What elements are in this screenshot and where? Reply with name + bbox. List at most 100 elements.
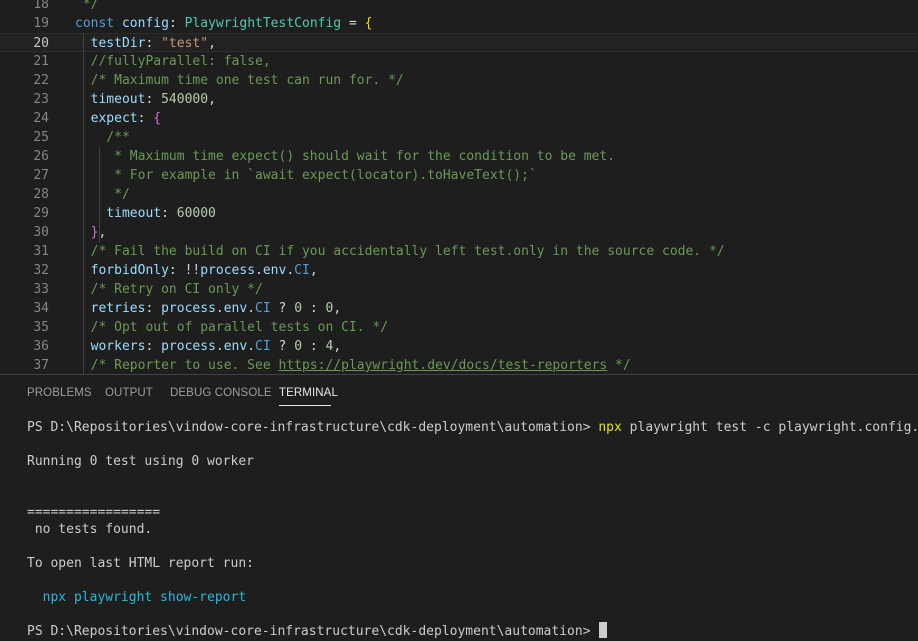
line-number: 25 <box>33 130 49 145</box>
code-token: /* Maximum time one test can run for. */ <box>75 73 404 88</box>
code-token: , <box>208 92 216 107</box>
code-line[interactable]: 37 /* Reporter to use. See https://playw… <box>0 356 918 374</box>
code-token: env <box>223 339 248 354</box>
code-line[interactable]: 20 testDir: "test", <box>0 33 918 52</box>
terminal-command-exe: npx <box>598 420 622 435</box>
code-line[interactable]: 34 retries: process.env.CI ? 0 : 0, <box>0 299 918 318</box>
code-text: expect: { <box>75 109 161 128</box>
code-token: /* Opt out of parallel tests on CI. */ <box>75 320 389 335</box>
code-token: , <box>208 36 216 51</box>
code-token: CI <box>294 263 310 278</box>
code-token: /* Fail the build on CI if you accidenta… <box>75 244 725 259</box>
terminal-cursor <box>599 622 608 638</box>
code-editor[interactable]: 18 */ 19 const config: PlaywrightTestConfi… <box>0 0 918 374</box>
code-line[interactable]: 33 /* Retry on CI only */ <box>0 280 918 299</box>
code-line[interactable]: 25 /** <box>0 128 918 147</box>
code-token: workers <box>75 339 146 354</box>
code-line[interactable]: 35 /* Opt out of parallel tests on CI. *… <box>0 318 918 337</box>
code-token: : <box>168 16 185 31</box>
line-number: 26 <box>33 149 49 164</box>
code-line[interactable]: 24 expect: { <box>0 109 918 128</box>
code-token: { <box>364 16 373 31</box>
code-token: : <box>137 111 154 126</box>
code-token: { <box>153 111 162 126</box>
terminal-no-tests: no tests found. <box>27 522 153 537</box>
code-token: "test" <box>161 36 209 51</box>
tab-terminal[interactable]: TERMINAL <box>279 387 338 399</box>
code-line[interactable]: 21 //fullyParallel: false, <box>0 52 918 71</box>
code-token: ? <box>270 339 295 354</box>
panel-tabs: PROBLEMS OUTPUT DEBUG CONSOLE TERMINAL <box>0 375 918 411</box>
code-line[interactable]: 27 * For example in `await expect(locato… <box>0 166 918 185</box>
code-token: : <box>145 92 162 107</box>
code-line[interactable]: 23 timeout: 540000, <box>0 90 918 109</box>
terminal-running-line: Running 0 test using 0 worker <box>27 454 254 469</box>
code-line[interactable]: 31 /* Fail the build on CI if you accide… <box>0 242 918 261</box>
line-number: 21 <box>33 54 49 69</box>
code-text: testDir: "test", <box>75 34 216 53</box>
code-text: timeout: 540000, <box>75 90 216 109</box>
line-number: 18 <box>33 0 49 12</box>
code-token: : <box>302 339 326 354</box>
terminal-command-args: playwright test -c playwright.config.ts <box>621 420 918 435</box>
code-token: , <box>309 263 318 278</box>
line-number: 19 <box>33 16 49 31</box>
code-token: . <box>247 339 256 354</box>
code-text: /* Reporter to use. See https://playwrig… <box>75 356 631 374</box>
code-text: /* Opt out of parallel tests on CI. */ <box>75 318 388 337</box>
code-token: : !! <box>168 263 201 278</box>
code-text: /* Fail the build on CI if you accidenta… <box>75 242 725 261</box>
tab-output[interactable]: OUTPUT <box>105 387 153 399</box>
code-token: process <box>200 263 256 278</box>
code-line[interactable]: 32 forbidOnly: !!process.env.CI, <box>0 261 918 280</box>
code-line[interactable]: 28 */ <box>0 185 918 204</box>
code-text: forbidOnly: !!process.env.CI, <box>75 261 318 280</box>
terminal-open-report: To open last HTML report run: <box>27 556 254 571</box>
code-line[interactable]: 22 /* Maximum time one test can run for.… <box>0 71 918 90</box>
line-number: 24 <box>33 111 49 126</box>
indent-guide <box>99 147 100 242</box>
line-number: 36 <box>33 339 49 354</box>
code-token: , <box>333 301 342 316</box>
line-number: 23 <box>33 92 49 107</box>
code-token: . <box>286 263 295 278</box>
code-text: timeout: 60000 <box>75 204 216 223</box>
code-token: = <box>341 16 365 31</box>
line-number: 20 <box>33 36 49 51</box>
code-token: */ <box>75 0 99 12</box>
code-line[interactable]: 36 workers: process.env.CI ? 0 : 4, <box>0 337 918 356</box>
code-line[interactable]: 30 }, <box>0 223 918 242</box>
code-token: https://playwright.dev/docs/test-reporte… <box>278 358 608 373</box>
code-token: process <box>161 301 216 316</box>
terminal-prompt-line: PS D:\Repositories\vindow-core-infrastru… <box>27 622 608 641</box>
code-token: PlaywrightTestConfig <box>184 16 342 31</box>
code-token: . <box>215 301 224 316</box>
line-number: 22 <box>33 73 49 88</box>
terminal-report-command: npx playwright show-report <box>27 590 247 605</box>
code-token: 540000 <box>161 92 209 107</box>
line-number: 27 <box>33 168 49 183</box>
code-text: /* Maximum time one test can run for. */ <box>75 71 404 90</box>
code-token: env <box>223 301 248 316</box>
code-text: * Maximum time expect() should wait for … <box>75 147 615 166</box>
indent-guide <box>83 33 84 374</box>
code-token: CI <box>255 339 271 354</box>
code-line[interactable]: 26 * Maximum time expect() should wait f… <box>0 147 918 166</box>
tab-problems[interactable]: PROBLEMS <box>27 387 92 399</box>
code-token: : <box>145 36 162 51</box>
code-text: * For example in `await expect(locator).… <box>75 166 537 185</box>
code-token: //fullyParallel: false, <box>75 54 271 69</box>
code-token: process <box>161 339 216 354</box>
code-line[interactable]: 18 */ <box>0 0 918 14</box>
code-token: . <box>215 339 224 354</box>
code-line[interactable]: 19 const config: PlaywrightTestConfig = { <box>0 14 918 33</box>
code-token: /* Reporter to use. See <box>75 358 279 373</box>
code-token: 0 <box>294 339 303 354</box>
terminal-prompt: PS D:\Repositories\vindow-core-infrastru… <box>27 420 599 435</box>
code-text: */ <box>75 0 99 14</box>
code-line[interactable]: 29 timeout: 60000 <box>0 204 918 223</box>
code-token: : <box>161 206 177 221</box>
tab-debug-console[interactable]: DEBUG CONSOLE <box>170 387 272 399</box>
code-token: . <box>247 301 256 316</box>
code-text: retries: process.env.CI ? 0 : 0, <box>75 299 342 318</box>
